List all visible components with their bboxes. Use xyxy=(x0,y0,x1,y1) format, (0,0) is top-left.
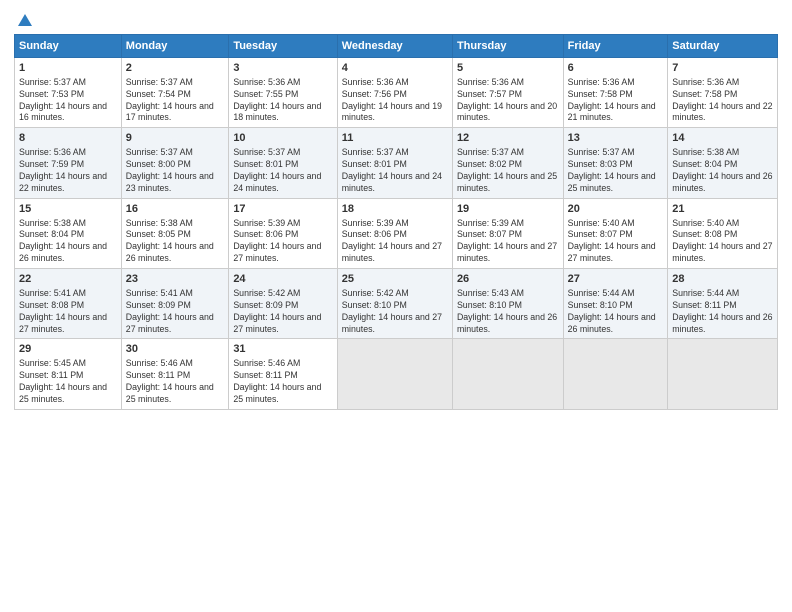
day-number: 6 xyxy=(568,61,664,76)
day-cell: 16Sunrise: 5:38 AMSunset: 8:05 PMDayligh… xyxy=(121,198,229,268)
day-cell: 1Sunrise: 5:37 AMSunset: 7:53 PMDaylight… xyxy=(15,58,122,128)
day-number: 25 xyxy=(342,272,448,287)
day-number: 29 xyxy=(19,342,117,357)
day-number: 27 xyxy=(568,272,664,287)
day-cell: 27Sunrise: 5:44 AMSunset: 8:10 PMDayligh… xyxy=(563,269,668,339)
day-number: 3 xyxy=(233,61,332,76)
header xyxy=(14,10,778,28)
day-cell: 2Sunrise: 5:37 AMSunset: 7:54 PMDaylight… xyxy=(121,58,229,128)
page: SundayMondayTuesdayWednesdayThursdayFrid… xyxy=(0,0,792,612)
day-cell xyxy=(337,339,452,409)
day-number: 8 xyxy=(19,131,117,146)
day-number: 26 xyxy=(457,272,559,287)
day-cell: 22Sunrise: 5:41 AMSunset: 8:08 PMDayligh… xyxy=(15,269,122,339)
logo-icon xyxy=(16,12,34,30)
day-cell: 7Sunrise: 5:36 AMSunset: 7:58 PMDaylight… xyxy=(668,58,778,128)
week-row-4: 22Sunrise: 5:41 AMSunset: 8:08 PMDayligh… xyxy=(15,269,778,339)
day-number: 12 xyxy=(457,131,559,146)
day-number: 1 xyxy=(19,61,117,76)
day-cell xyxy=(668,339,778,409)
day-number: 18 xyxy=(342,202,448,217)
day-cell: 23Sunrise: 5:41 AMSunset: 8:09 PMDayligh… xyxy=(121,269,229,339)
day-cell: 14Sunrise: 5:38 AMSunset: 8:04 PMDayligh… xyxy=(668,128,778,198)
day-cell xyxy=(563,339,668,409)
day-number: 19 xyxy=(457,202,559,217)
day-number: 23 xyxy=(126,272,225,287)
day-cell: 24Sunrise: 5:42 AMSunset: 8:09 PMDayligh… xyxy=(229,269,337,339)
day-number: 21 xyxy=(672,202,773,217)
day-number: 11 xyxy=(342,131,448,146)
day-cell: 9Sunrise: 5:37 AMSunset: 8:00 PMDaylight… xyxy=(121,128,229,198)
day-number: 13 xyxy=(568,131,664,146)
day-cell: 10Sunrise: 5:37 AMSunset: 8:01 PMDayligh… xyxy=(229,128,337,198)
day-number: 22 xyxy=(19,272,117,287)
day-cell: 21Sunrise: 5:40 AMSunset: 8:08 PMDayligh… xyxy=(668,198,778,268)
day-number: 15 xyxy=(19,202,117,217)
week-row-5: 29Sunrise: 5:45 AMSunset: 8:11 PMDayligh… xyxy=(15,339,778,409)
day-number: 5 xyxy=(457,61,559,76)
day-cell: 17Sunrise: 5:39 AMSunset: 8:06 PMDayligh… xyxy=(229,198,337,268)
day-cell: 5Sunrise: 5:36 AMSunset: 7:57 PMDaylight… xyxy=(452,58,563,128)
day-cell: 8Sunrise: 5:36 AMSunset: 7:59 PMDaylight… xyxy=(15,128,122,198)
day-number: 20 xyxy=(568,202,664,217)
day-number: 28 xyxy=(672,272,773,287)
day-cell xyxy=(452,339,563,409)
col-header-wednesday: Wednesday xyxy=(337,35,452,58)
day-cell: 15Sunrise: 5:38 AMSunset: 8:04 PMDayligh… xyxy=(15,198,122,268)
day-number: 4 xyxy=(342,61,448,76)
day-cell: 29Sunrise: 5:45 AMSunset: 8:11 PMDayligh… xyxy=(15,339,122,409)
day-cell: 3Sunrise: 5:36 AMSunset: 7:55 PMDaylight… xyxy=(229,58,337,128)
day-number: 7 xyxy=(672,61,773,76)
day-cell: 26Sunrise: 5:43 AMSunset: 8:10 PMDayligh… xyxy=(452,269,563,339)
day-cell: 6Sunrise: 5:36 AMSunset: 7:58 PMDaylight… xyxy=(563,58,668,128)
col-header-monday: Monday xyxy=(121,35,229,58)
week-row-1: 1Sunrise: 5:37 AMSunset: 7:53 PMDaylight… xyxy=(15,58,778,128)
header-row: SundayMondayTuesdayWednesdayThursdayFrid… xyxy=(15,35,778,58)
day-cell: 30Sunrise: 5:46 AMSunset: 8:11 PMDayligh… xyxy=(121,339,229,409)
day-cell: 13Sunrise: 5:37 AMSunset: 8:03 PMDayligh… xyxy=(563,128,668,198)
day-cell: 18Sunrise: 5:39 AMSunset: 8:06 PMDayligh… xyxy=(337,198,452,268)
day-number: 10 xyxy=(233,131,332,146)
day-cell: 28Sunrise: 5:44 AMSunset: 8:11 PMDayligh… xyxy=(668,269,778,339)
day-number: 31 xyxy=(233,342,332,357)
day-cell: 12Sunrise: 5:37 AMSunset: 8:02 PMDayligh… xyxy=(452,128,563,198)
col-header-thursday: Thursday xyxy=(452,35,563,58)
day-number: 9 xyxy=(126,131,225,146)
day-cell: 20Sunrise: 5:40 AMSunset: 8:07 PMDayligh… xyxy=(563,198,668,268)
logo xyxy=(14,10,34,28)
day-number: 24 xyxy=(233,272,332,287)
col-header-sunday: Sunday xyxy=(15,35,122,58)
week-row-2: 8Sunrise: 5:36 AMSunset: 7:59 PMDaylight… xyxy=(15,128,778,198)
day-cell: 19Sunrise: 5:39 AMSunset: 8:07 PMDayligh… xyxy=(452,198,563,268)
day-number: 2 xyxy=(126,61,225,76)
day-cell: 11Sunrise: 5:37 AMSunset: 8:01 PMDayligh… xyxy=(337,128,452,198)
day-number: 17 xyxy=(233,202,332,217)
day-number: 14 xyxy=(672,131,773,146)
day-cell: 4Sunrise: 5:36 AMSunset: 7:56 PMDaylight… xyxy=(337,58,452,128)
col-header-friday: Friday xyxy=(563,35,668,58)
day-cell: 25Sunrise: 5:42 AMSunset: 8:10 PMDayligh… xyxy=(337,269,452,339)
col-header-saturday: Saturday xyxy=(668,35,778,58)
day-cell: 31Sunrise: 5:46 AMSunset: 8:11 PMDayligh… xyxy=(229,339,337,409)
day-number: 30 xyxy=(126,342,225,357)
day-number: 16 xyxy=(126,202,225,217)
week-row-3: 15Sunrise: 5:38 AMSunset: 8:04 PMDayligh… xyxy=(15,198,778,268)
col-header-tuesday: Tuesday xyxy=(229,35,337,58)
calendar-table: SundayMondayTuesdayWednesdayThursdayFrid… xyxy=(14,34,778,410)
